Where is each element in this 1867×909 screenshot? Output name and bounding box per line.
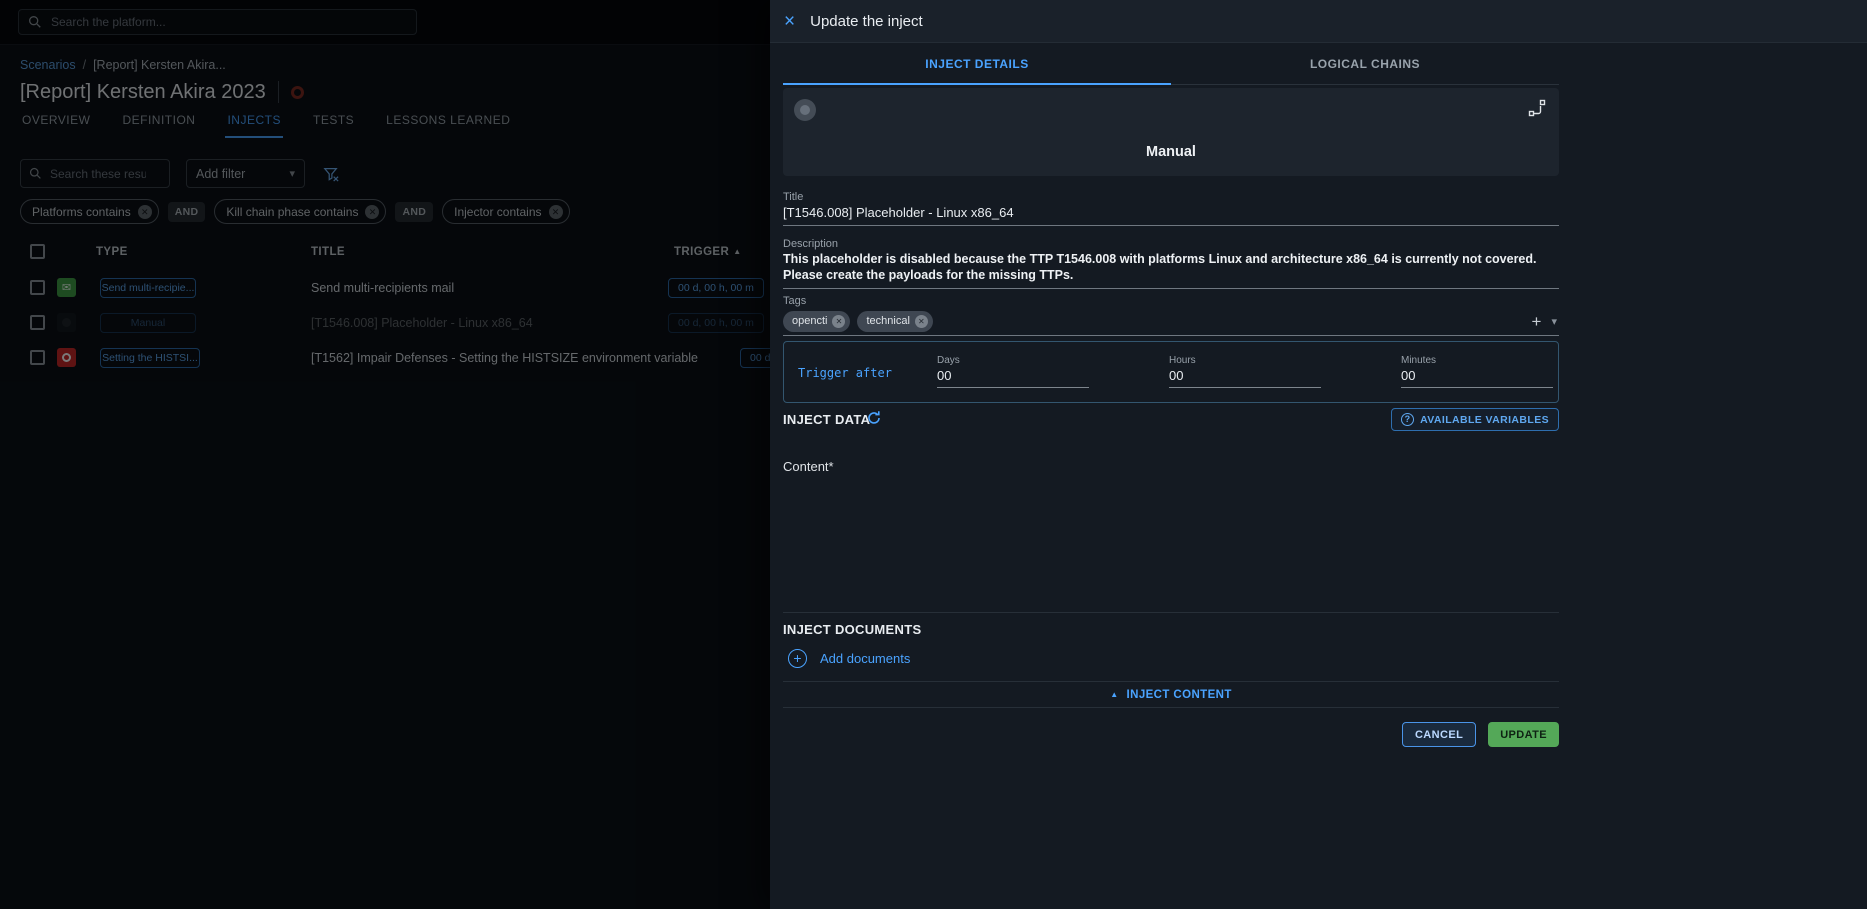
injector-avatar-icon (794, 99, 816, 121)
drawer-title: Update the inject (810, 13, 923, 30)
drawer-tabs: INJECT DETAILS LOGICAL CHAINS (783, 43, 1559, 85)
tags-actions: + ▾ (1532, 313, 1559, 330)
tag-label: technical (866, 315, 909, 327)
inject-data-section: INJECT DATA ? AVAILABLE VARIABLES (783, 408, 1559, 432)
tab-inject-details[interactable]: INJECT DETAILS (783, 43, 1171, 84)
add-documents-link[interactable]: Add documents (820, 651, 910, 666)
drawer-header: × Update the inject (770, 0, 1867, 43)
remove-tag-icon[interactable]: ✕ (915, 315, 928, 328)
help-icon: ? (1401, 413, 1414, 426)
inject-content-toggle[interactable]: ▲ INJECT CONTENT (783, 681, 1559, 708)
drawer-actions: CANCEL UPDATE (1402, 722, 1559, 747)
minutes-label: Minutes (1401, 355, 1436, 366)
drawer-content: INJECT DETAILS LOGICAL CHAINS Manual Tit… (783, 43, 1559, 909)
tab-logical-chains[interactable]: LOGICAL CHAINS (1171, 43, 1559, 84)
inject-content-toggle-label: INJECT CONTENT (1127, 689, 1232, 701)
cancel-button[interactable]: CANCEL (1402, 722, 1476, 747)
trigger-after-box: Trigger after Days 00 Hours 00 Minutes 0… (783, 341, 1559, 403)
tag-label: opencti (792, 315, 827, 327)
tag-chip-technical[interactable]: technical ✕ (857, 311, 932, 332)
content-field-label: Content* (783, 459, 834, 474)
tag-chip-opencti[interactable]: opencti ✕ (783, 311, 850, 332)
description-field-label: Description (783, 238, 838, 250)
chevron-up-icon: ▲ (1110, 690, 1118, 699)
trigger-after-label: Trigger after (798, 366, 892, 380)
add-documents-row: + Add documents (783, 647, 910, 669)
hours-label: Hours (1169, 355, 1196, 366)
title-field[interactable]: [T1546.008] Placeholder - Linux x86_64 (783, 205, 1559, 226)
update-button[interactable]: UPDATE (1488, 722, 1559, 747)
inject-data-heading: INJECT DATA (783, 412, 870, 427)
hours-input[interactable]: 00 (1169, 368, 1321, 388)
refresh-icon[interactable] (866, 410, 882, 431)
minutes-input[interactable]: 00 (1401, 368, 1553, 388)
injector-card: Manual (783, 88, 1559, 176)
remove-tag-icon[interactable]: ✕ (832, 315, 845, 328)
route-icon (1528, 99, 1546, 122)
add-documents-icon[interactable]: + (788, 649, 807, 668)
update-inject-drawer: × Update the inject INJECT DETAILS LOGIC… (770, 0, 1867, 909)
divider (783, 612, 1559, 613)
available-variables-label: AVAILABLE VARIABLES (1420, 414, 1549, 426)
injector-name: Manual (783, 144, 1559, 160)
days-input[interactable]: 00 (937, 368, 1089, 388)
title-field-label: Title (783, 191, 803, 203)
chevron-down-icon[interactable]: ▾ (1551, 315, 1557, 328)
days-label: Days (937, 355, 960, 366)
add-tag-icon[interactable]: + (1532, 313, 1542, 330)
inject-documents-heading: INJECT DOCUMENTS (783, 622, 921, 637)
available-variables-button[interactable]: ? AVAILABLE VARIABLES (1391, 408, 1559, 431)
close-icon[interactable]: × (784, 12, 795, 31)
tags-field[interactable]: opencti ✕ technical ✕ + ▾ (783, 307, 1559, 336)
description-field[interactable]: This placeholder is disabled because the… (783, 252, 1559, 289)
tags-field-label: Tags (783, 295, 806, 307)
